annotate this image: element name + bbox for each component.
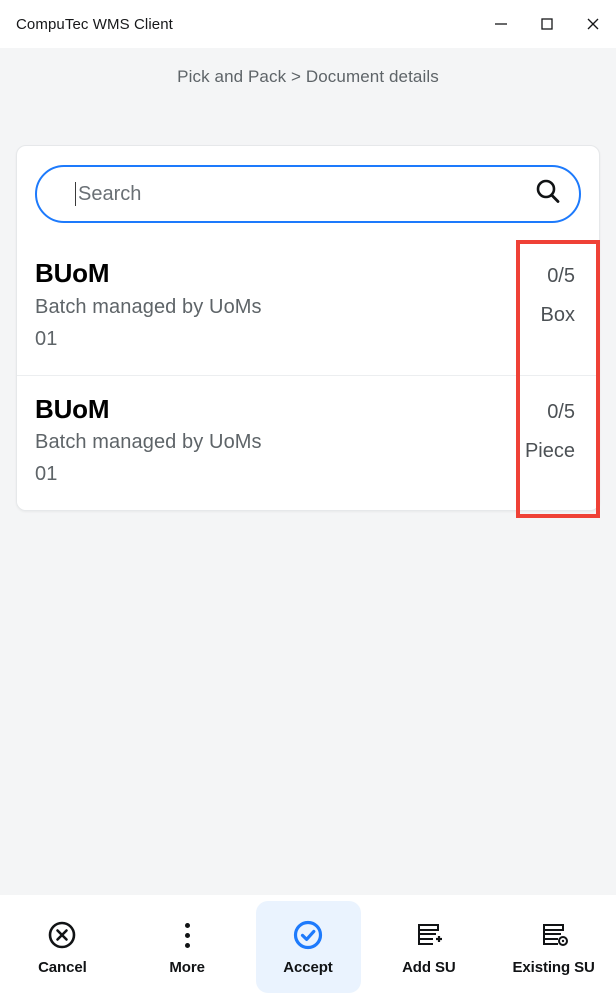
cancel-circle-icon <box>47 918 77 952</box>
toolbar-label-more: More <box>169 959 205 976</box>
list-item-main: BUoM Batch managed by UoMs 01 <box>35 394 483 489</box>
list-item-subtitle-line2: 01 <box>35 327 58 350</box>
list-item-uom: Box <box>540 304 575 326</box>
search-input[interactable] <box>76 179 517 209</box>
more-vertical-icon <box>184 918 190 952</box>
list-item-subtitle-line1: Batch managed by UoMs <box>35 431 262 454</box>
existing-storage-unit-icon <box>539 918 569 952</box>
list-item-title: BUoM <box>35 258 110 288</box>
list-item-quantity: 0/5 <box>547 400 575 423</box>
list-item-main: BUoM Batch managed by UoMs 01 <box>35 258 483 353</box>
breadcrumb-bar: Pick and Pack > Document details <box>0 48 616 105</box>
list-item-quantity: 0/5 <box>547 265 575 287</box>
list-item-side: 0/5 Piece <box>483 394 575 465</box>
list-item-subtitle-line1: Batch managed by UoMs <box>35 295 262 318</box>
search-field[interactable] <box>35 165 581 223</box>
search-button[interactable] <box>517 176 579 213</box>
list-item[interactable]: BUoM Batch managed by UoMs 01 0/5 Box <box>17 240 599 375</box>
window-titlebar: CompuTec WMS Client <box>0 0 616 48</box>
close-icon <box>584 15 602 33</box>
bottom-toolbar: Cancel More Accept Add SU Existing SU <box>0 895 616 999</box>
maximize-icon <box>538 15 556 33</box>
add-storage-unit-icon <box>414 918 444 952</box>
minimize-button[interactable] <box>478 0 524 48</box>
toolbar-label-existing-su: Existing SU <box>512 959 595 976</box>
list-item-subtitle-line2: 01 <box>35 463 58 486</box>
check-circle-icon <box>292 918 324 952</box>
maximize-button[interactable] <box>524 0 570 48</box>
breadcrumb[interactable]: Pick and Pack > Document details <box>177 67 439 87</box>
toolbar-button-more[interactable]: More <box>125 895 250 999</box>
toolbar-button-add-su[interactable]: Add SU <box>367 895 492 999</box>
search-icon <box>532 176 564 213</box>
toolbar-button-existing-su[interactable]: Existing SU <box>491 895 616 999</box>
window-title: CompuTec WMS Client <box>16 15 173 33</box>
list-item-uom: Piece <box>524 439 575 462</box>
document-details-card: BUoM Batch managed by UoMs 01 0/5 Box BU… <box>16 145 600 512</box>
toolbar-label-add-su: Add SU <box>402 959 456 976</box>
minimize-icon <box>492 15 510 33</box>
window-controls <box>478 0 616 48</box>
list-item-side: 0/5 Box <box>483 258 575 329</box>
list-item[interactable]: BUoM Batch managed by UoMs 01 0/5 Piece <box>17 374 599 511</box>
close-button[interactable] <box>570 0 616 48</box>
toolbar-label-cancel: Cancel <box>38 959 87 976</box>
toolbar-button-cancel[interactable]: Cancel <box>0 895 125 999</box>
toolbar-label-accept: Accept <box>283 959 333 976</box>
toolbar-button-accept[interactable]: Accept <box>255 901 361 993</box>
list-item-title: BUoM <box>35 393 110 424</box>
